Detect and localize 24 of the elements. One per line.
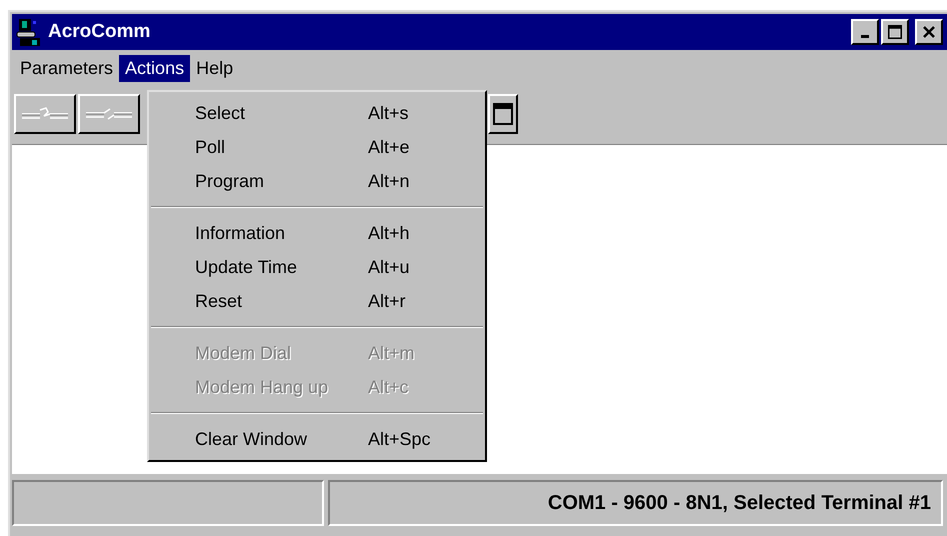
- window-title: AcroComm: [48, 21, 152, 43]
- maximize-icon: [888, 25, 902, 39]
- menu-option[interactable]: Update Time Alt+u: [151, 250, 483, 284]
- close-button[interactable]: [915, 19, 943, 45]
- menu-item[interactable]: Help: [190, 54, 240, 82]
- menu-item[interactable]: Actions: [119, 54, 190, 82]
- close-icon: [923, 26, 935, 38]
- connect-tool-button[interactable]: [14, 94, 76, 134]
- menu-option[interactable]: Information Alt+h: [151, 216, 483, 250]
- window-icon: [493, 103, 513, 125]
- plug-icon: [22, 107, 68, 121]
- window-tool-button[interactable]: [488, 94, 518, 134]
- menu-option[interactable]: Clear Window Alt+Spc: [151, 422, 483, 456]
- minimize-button[interactable]: [851, 19, 879, 45]
- menu-item[interactable]: Parameters: [14, 54, 120, 82]
- minimize-icon: [861, 35, 869, 38]
- maximize-button[interactable]: [881, 19, 909, 45]
- menu-option[interactable]: Reset Alt+r: [151, 284, 483, 318]
- broken-line-icon: [86, 108, 132, 120]
- menu-option[interactable]: Select Alt+s: [151, 96, 483, 130]
- menu-option[interactable]: Poll Alt+e: [151, 130, 483, 164]
- disconnect-tool-button[interactable]: [78, 94, 140, 134]
- status-text: COM1 - 9600 - 8N1, Selected Terminal #1: [328, 480, 943, 526]
- menu-option[interactable]: Program Alt+n: [151, 164, 483, 198]
